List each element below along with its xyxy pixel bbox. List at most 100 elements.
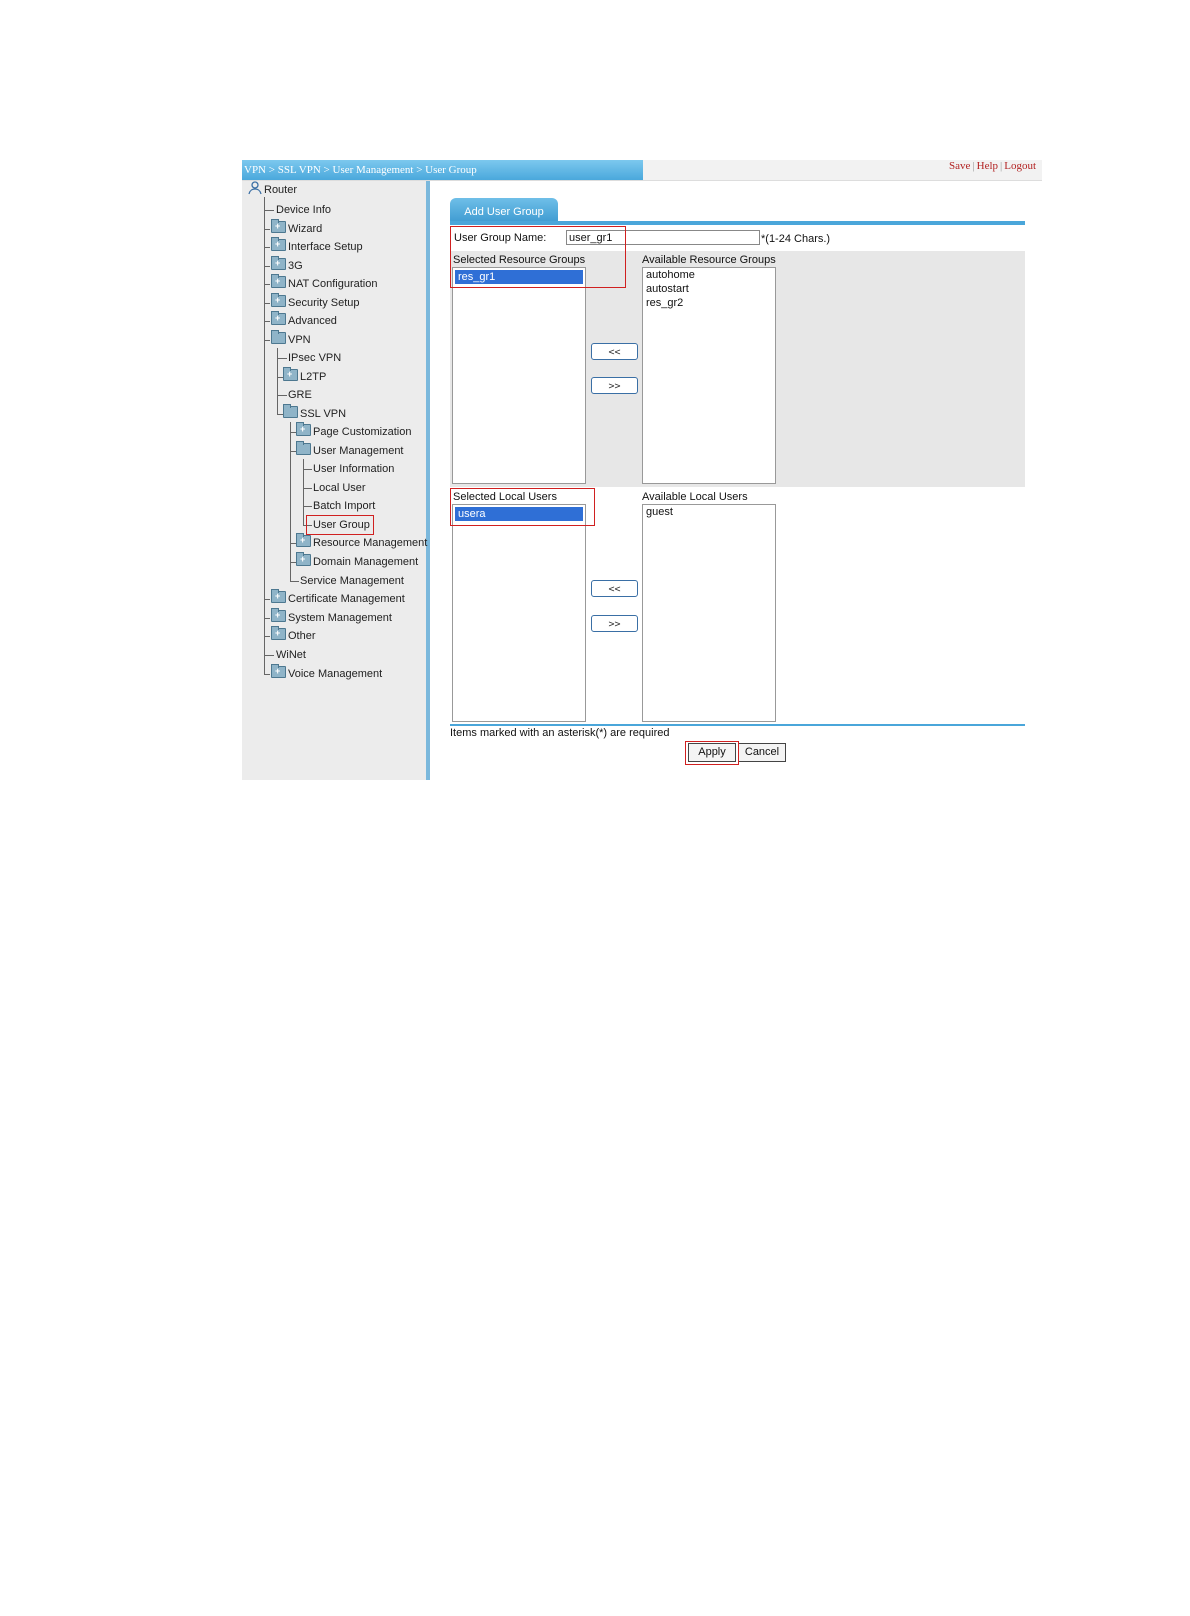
save-link[interactable]: Save (949, 160, 970, 172)
sidebar-item-page-customization[interactable]: + Page Customization (296, 422, 412, 440)
app-window: VPN > SSL VPN > User Management > User G… (242, 160, 1042, 780)
sidebar-item-label: Domain Management (313, 556, 419, 568)
available-users-label: Available Local Users (642, 491, 748, 503)
sidebar-item-label: Certificate Management (288, 593, 405, 605)
folder-plus-icon: + (271, 237, 286, 251)
sidebar-item-resource-management[interactable]: + Resource Management (296, 533, 428, 551)
add-resource-button[interactable]: << (591, 343, 638, 360)
sidebar-item-label: Page Customization (313, 426, 412, 438)
sidebar-item-winet[interactable]: WiNet (276, 647, 306, 663)
available-resource-label: Available Resource Groups (642, 254, 776, 266)
breadcrumb: VPN > SSL VPN > User Management > User G… (242, 160, 643, 180)
sidebar-nav: Router Device Info + Wizard + Interface Se… (242, 181, 430, 780)
sidebar-item-label: GRE (288, 389, 312, 401)
sidebar-item-certificate-management[interactable]: + Certificate Management (271, 589, 405, 607)
sidebar-item-wizard[interactable]: + Wizard (271, 219, 323, 237)
sidebar-item-label: WiNet (276, 649, 306, 661)
sidebar-item-label: Local User (313, 482, 366, 494)
highlight-box (306, 515, 374, 535)
sidebar-item-label: Batch Import (313, 500, 376, 512)
sidebar-item-label: SSL VPN (300, 408, 347, 420)
list-item[interactable]: autohome (643, 268, 775, 282)
selected-users-list[interactable]: usera (452, 504, 586, 722)
folder-plus-icon: + (271, 608, 286, 622)
folder-plus-icon: + (296, 552, 311, 566)
top-links: Save | Help | Logout (949, 160, 1036, 180)
top-bar: VPN > SSL VPN > User Management > User G… (242, 160, 1042, 181)
sidebar-item-local-user[interactable]: Local User (313, 480, 366, 496)
tree-root-label: Router (264, 184, 298, 196)
sidebar-item-nat[interactable]: + NAT Configuration (271, 274, 378, 292)
list-item[interactable]: autostart (643, 282, 775, 296)
breadcrumb-text: VPN > SSL VPN > User Management > User G… (244, 164, 477, 176)
sidebar-item-label: Interface Setup (288, 241, 363, 253)
folder-open-icon (296, 441, 311, 455)
apply-button[interactable]: Apply (688, 743, 736, 762)
sidebar-item-service-management[interactable]: Service Management (300, 573, 404, 589)
list-item[interactable]: usera (455, 507, 583, 521)
sidebar-item-interface-setup[interactable]: + Interface Setup (271, 237, 363, 255)
list-item[interactable]: guest (643, 505, 775, 519)
sidebar-item-label: User Information (313, 463, 395, 475)
sidebar-item-ipsec-vpn[interactable]: IPsec VPN (288, 350, 341, 366)
available-users-list[interactable]: guest (642, 504, 776, 722)
sidebar-item-label: Advanced (288, 315, 337, 327)
sidebar-item-label: Resource Management (313, 537, 428, 549)
sidebar-item-label: VPN (288, 334, 311, 346)
folder-plus-icon: + (271, 256, 286, 270)
logout-link[interactable]: Logout (1004, 160, 1036, 172)
sidebar-item-label: User Management (313, 445, 404, 457)
sidebar-item-label: Device Info (276, 204, 332, 216)
folder-plus-icon: + (271, 626, 286, 640)
sidebar-item-gre[interactable]: GRE (288, 387, 312, 403)
cancel-button[interactable]: Cancel (738, 743, 786, 762)
sidebar-item-label: Other (288, 630, 316, 642)
group-name-input[interactable]: user_gr1 (566, 230, 760, 245)
group-name-label: User Group Name: (454, 232, 547, 244)
sidebar-item-user-information[interactable]: User Information (313, 461, 394, 477)
sidebar-item-security[interactable]: + Security Setup (271, 293, 360, 311)
link-separator: | (1000, 160, 1003, 172)
group-name-hint: *(1-24 Chars.) (761, 233, 831, 245)
sidebar-item-3g[interactable]: +3G (271, 256, 303, 274)
tree-root-router[interactable]: Router (248, 181, 297, 197)
sidebar-item-label: L2TP (300, 371, 327, 383)
sidebar-item-label: System Management (288, 612, 392, 624)
sidebar-item-system-management[interactable]: + System Management (271, 608, 392, 626)
sidebar-item-label: Service Management (300, 575, 404, 587)
folder-plus-icon: + (271, 311, 286, 325)
folder-open-icon (283, 404, 298, 418)
sidebar-item-l2tp[interactable]: + L2TP (283, 367, 327, 385)
sidebar-item-batch-import[interactable]: Batch Import (313, 498, 375, 514)
sidebar-item-label: Wizard (288, 223, 323, 235)
list-item[interactable]: res_gr2 (643, 296, 775, 310)
list-item[interactable]: res_gr1 (455, 270, 583, 284)
sidebar-item-other[interactable]: + Other (271, 626, 316, 644)
tab-underline (450, 221, 1025, 225)
link-separator: | (972, 160, 975, 172)
remove-user-button[interactable]: >> (591, 615, 638, 632)
sidebar-item-ssl-vpn[interactable]: SSL VPN (283, 404, 347, 422)
selected-users-label: Selected Local Users (453, 491, 557, 503)
folder-plus-icon: + (283, 367, 298, 381)
folder-plus-icon: + (271, 219, 286, 233)
sidebar-item-voice-management[interactable]: + Voice Management (271, 664, 383, 682)
required-note: Items marked with an asterisk(*) are req… (450, 727, 670, 739)
sidebar-item-advanced[interactable]: + Advanced (271, 311, 337, 329)
sidebar-item-label: 3G (288, 260, 303, 272)
folder-plus-icon: + (271, 664, 286, 678)
remove-resource-button[interactable]: >> (591, 377, 638, 394)
sidebar-item-user-management[interactable]: User Management (296, 441, 404, 459)
sidebar-item-domain-management[interactable]: + Domain Management (296, 552, 419, 570)
footer-divider (450, 724, 1025, 726)
folder-plus-icon: + (271, 293, 286, 307)
sidebar-item-vpn[interactable]: VPN (271, 330, 311, 348)
selected-resource-list[interactable]: res_gr1 (452, 267, 586, 484)
sidebar-item-device-info[interactable]: Device Info (276, 202, 331, 218)
sidebar-item-label: Voice Management (288, 668, 383, 680)
add-user-button[interactable]: << (591, 580, 638, 597)
help-link[interactable]: Help (977, 160, 998, 172)
available-resource-list[interactable]: autohome autostart res_gr2 (642, 267, 776, 484)
nav-tree: Router Device Info + Wizard + Interface Se… (242, 181, 428, 780)
sidebar-item-label: NAT Configuration (288, 278, 378, 290)
